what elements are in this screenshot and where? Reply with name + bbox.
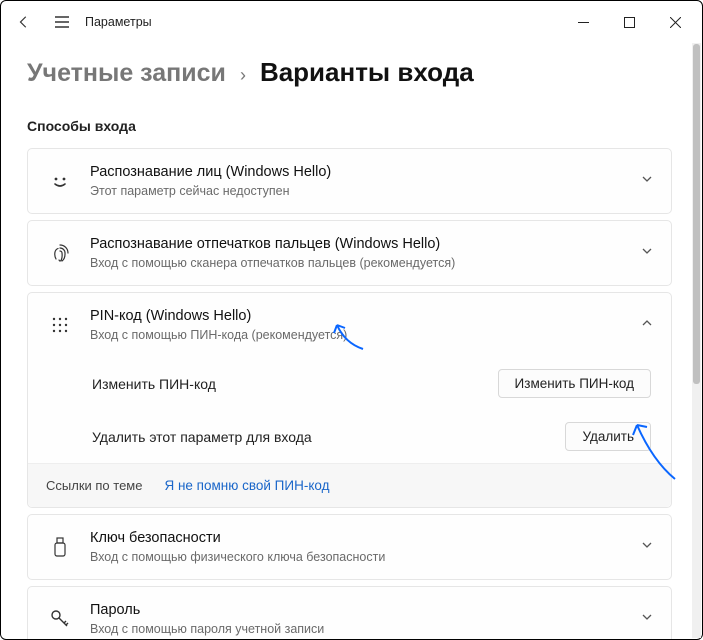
fingerprint-icon (42, 243, 78, 263)
usb-key-icon (42, 537, 78, 557)
action-label: Удалить этот параметр для входа (92, 429, 312, 445)
minimize-icon (578, 17, 589, 28)
chevron-down-icon (641, 172, 653, 190)
option-subtitle: Этот параметр сейчас недоступен (90, 183, 641, 199)
signin-option-header[interactable]: Ключ безопасности Вход с помощью физичес… (28, 515, 671, 579)
related-links: Ссылки по теме Я не помню свой ПИН-код (28, 463, 671, 507)
option-title: Ключ безопасности (90, 529, 641, 548)
close-icon (670, 17, 681, 28)
signin-option-face: Распознавание лиц (Windows Hello) Этот п… (27, 148, 672, 214)
window-title: Параметры (81, 15, 152, 29)
back-button[interactable] (5, 1, 43, 43)
chevron-down-icon (641, 538, 653, 556)
forgot-pin-link[interactable]: Я не помню свой ПИН-код (164, 478, 329, 493)
action-row-remove-pin: Удалить этот параметр для входа Удалить (28, 410, 671, 463)
maximize-button[interactable] (606, 1, 652, 43)
close-button[interactable] (652, 1, 698, 43)
signin-option-header[interactable]: PIN-код (Windows Hello) Вход с помощью П… (28, 293, 671, 357)
signin-option-header[interactable]: Пароль Вход с помощью пароля учетной зап… (28, 587, 671, 639)
face-icon (42, 171, 78, 191)
minimize-button[interactable] (560, 1, 606, 43)
scrollbar[interactable] (692, 43, 701, 638)
change-pin-button[interactable]: Изменить ПИН-код (498, 369, 651, 398)
option-subtitle: Вход с помощью физического ключа безопас… (90, 549, 641, 565)
hamburger-icon (54, 15, 70, 29)
section-heading: Способы входа (27, 118, 678, 134)
signin-option-password: Пароль Вход с помощью пароля учетной зап… (27, 586, 672, 639)
maximize-icon (624, 17, 635, 28)
chevron-down-icon (641, 610, 653, 628)
option-title: Пароль (90, 601, 641, 620)
breadcrumb: Учетные записи › Варианты входа (27, 57, 678, 88)
arrow-left-icon (17, 15, 31, 29)
option-title: Распознавание лиц (Windows Hello) (90, 163, 641, 182)
action-label: Изменить ПИН-код (92, 376, 216, 392)
menu-button[interactable] (43, 1, 81, 43)
remove-pin-button[interactable]: Удалить (565, 422, 651, 451)
chevron-down-icon (641, 244, 653, 262)
action-row-change-pin: Изменить ПИН-код Изменить ПИН-код (28, 357, 671, 410)
signin-option-header[interactable]: Распознавание лиц (Windows Hello) Этот п… (28, 149, 671, 213)
signin-option-security-key: Ключ безопасности Вход с помощью физичес… (27, 514, 672, 580)
option-title: PIN-код (Windows Hello) (90, 307, 641, 326)
signin-option-pin: PIN-код (Windows Hello) Вход с помощью П… (27, 292, 672, 508)
signin-option-header[interactable]: Распознавание отпечатков пальцев (Window… (28, 221, 671, 285)
chevron-up-icon (641, 316, 653, 334)
scrollbar-thumb[interactable] (693, 44, 700, 384)
key-icon (42, 609, 78, 629)
chevron-right-icon: › (240, 65, 246, 86)
option-subtitle: Вход с помощью пароля учетной записи (90, 621, 641, 637)
option-subtitle: Вход с помощью ПИН-кода (рекомендуется) (90, 327, 641, 343)
signin-option-fingerprint: Распознавание отпечатков пальцев (Window… (27, 220, 672, 286)
option-title: Распознавание отпечатков пальцев (Window… (90, 235, 641, 254)
page-title: Варианты входа (260, 57, 474, 88)
keypad-icon (42, 316, 78, 334)
related-label: Ссылки по теме (46, 478, 142, 493)
option-subtitle: Вход с помощью сканера отпечатков пальце… (90, 255, 641, 271)
breadcrumb-parent[interactable]: Учетные записи (27, 59, 226, 88)
